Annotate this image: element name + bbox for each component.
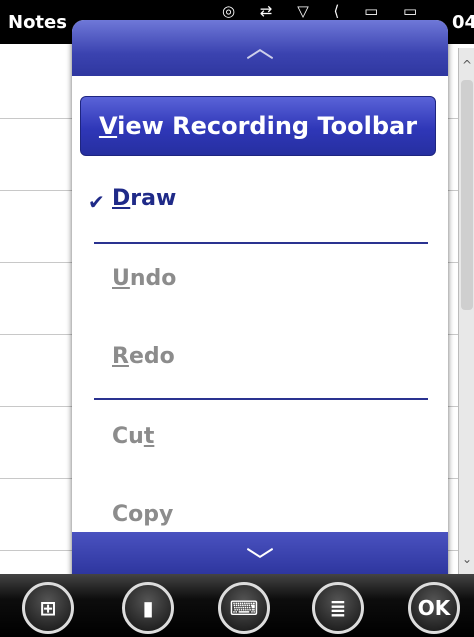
menu-item-cut[interactable]: Cut bbox=[112, 424, 154, 449]
menu-divider bbox=[94, 242, 428, 244]
view-recording-toolbar-button[interactable]: View Recording Toolbar bbox=[80, 96, 436, 156]
scroll-down-arrow-icon[interactable]: ⌄ bbox=[459, 548, 474, 570]
mnemonic-letter: V bbox=[98, 112, 118, 140]
app-title: Notes bbox=[8, 12, 67, 33]
vertical-scrollbar[interactable]: ^ ⌄ bbox=[458, 48, 474, 574]
menu-item-copy[interactable]: Copy bbox=[112, 502, 173, 527]
clock[interactable]: 04 bbox=[452, 12, 474, 33]
mnemonic-letter: R bbox=[112, 344, 129, 369]
item-text: Copy bbox=[112, 502, 174, 527]
item-text: Cu bbox=[112, 424, 144, 449]
keyboard-icon[interactable]: ⌨ bbox=[218, 582, 270, 634]
new-note-icon[interactable]: ▮ bbox=[122, 582, 174, 634]
button-label: iew Recording Toolbar bbox=[117, 112, 418, 140]
softkey-bar: ⊞ ▮ ⌨ ≣ OK bbox=[0, 574, 474, 637]
menu-header: ︿ bbox=[72, 20, 448, 76]
scroll-thumb[interactable] bbox=[461, 80, 473, 310]
menu-divider bbox=[94, 398, 428, 400]
item-text: raw bbox=[130, 186, 177, 211]
item-text: edo bbox=[128, 344, 175, 369]
status-icons[interactable]: ◎ ⇄ ▽ ⟨ ▭ ▭ bbox=[222, 2, 427, 20]
menu-item-undo[interactable]: Undo bbox=[112, 266, 176, 291]
scroll-up-arrow-icon[interactable]: ^ bbox=[459, 54, 474, 76]
mnemonic-letter: t bbox=[143, 424, 155, 449]
menu-icon[interactable]: ≣ bbox=[312, 582, 364, 634]
mnemonic-letter: U bbox=[112, 266, 130, 291]
menu-item-redo[interactable]: Redo bbox=[112, 344, 175, 369]
mnemonic-letter: D bbox=[112, 186, 131, 211]
windows-start-icon[interactable]: ⊞ bbox=[22, 582, 74, 634]
chevron-up-icon[interactable]: ︿ bbox=[238, 28, 282, 68]
menu-item-draw[interactable]: Draw bbox=[112, 186, 176, 211]
ok-button[interactable]: OK bbox=[408, 582, 460, 634]
item-text: ndo bbox=[129, 266, 177, 291]
checkmark-icon: ✔ bbox=[88, 190, 105, 214]
edit-popup-menu: ︿ View Recording Toolbar ✔ Draw Undo Red… bbox=[72, 20, 448, 590]
